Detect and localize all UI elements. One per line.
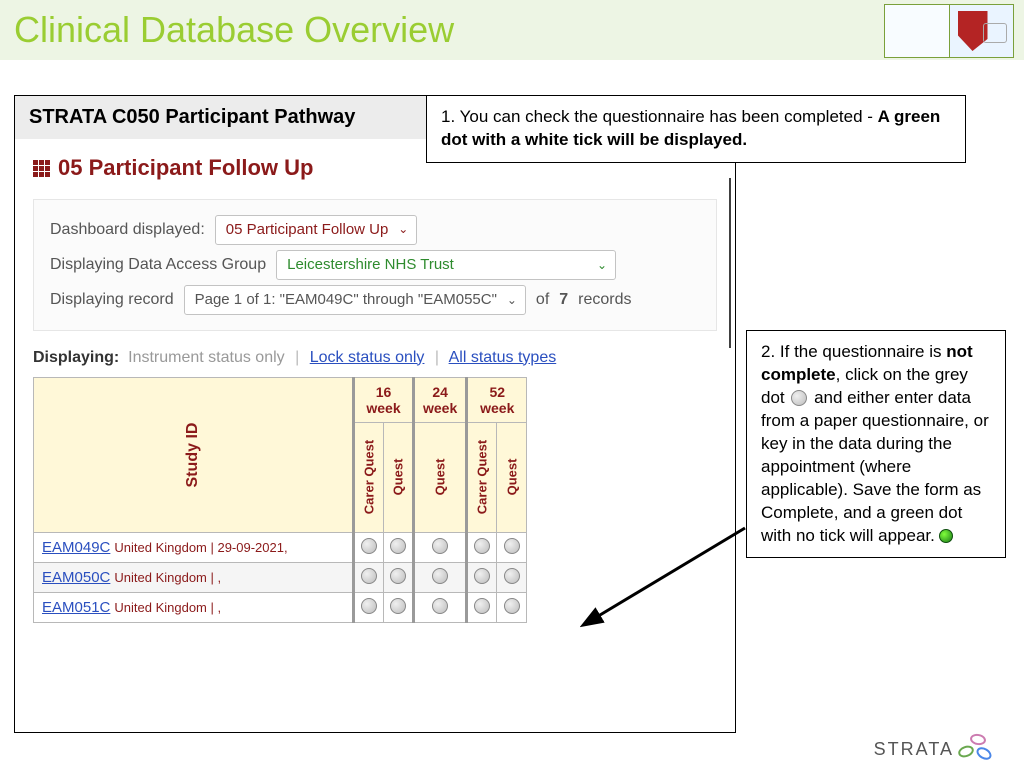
slide-header: Clinical Database Overview — [0, 0, 1024, 60]
section-heading-text: 05 Participant Follow Up — [58, 155, 313, 181]
status-dot[interactable] — [474, 598, 490, 614]
chevron-down-icon: ⌄ — [507, 287, 517, 313]
status-dot[interactable] — [474, 568, 490, 584]
record-link[interactable]: EAM050C — [42, 569, 110, 586]
record-label: Displaying record — [50, 282, 174, 317]
status-dot[interactable] — [361, 598, 377, 614]
connector-line-1 — [720, 178, 740, 348]
logo-ovals-icon — [958, 734, 994, 764]
slide-title: Clinical Database Overview — [14, 9, 454, 51]
status-dot[interactable] — [390, 538, 406, 554]
status-filter-row: Displaying: Instrument status only | Loc… — [15, 345, 735, 377]
status-all-types-link[interactable]: All status types — [449, 349, 557, 366]
status-dot[interactable] — [390, 568, 406, 584]
group-24-week: 24 week — [414, 377, 467, 422]
status-dot[interactable] — [432, 568, 448, 584]
grid-icon — [33, 160, 50, 177]
filter-panel: Dashboard displayed: 05 Participant Foll… — [33, 199, 717, 331]
data-table-container: Study ID 16 week 24 week 52 week Carer Q… — [33, 377, 717, 623]
record-page-select[interactable]: Page 1 of 1: "EAM049C" through "EAM055C"… — [184, 285, 526, 315]
dag-select[interactable]: Leicestershire NHS Trust ⌄ — [276, 250, 616, 280]
status-dot[interactable] — [361, 568, 377, 584]
status-dot[interactable] — [504, 568, 520, 584]
status-dot[interactable] — [432, 538, 448, 554]
header-maps — [884, 4, 1014, 58]
record-link[interactable]: EAM049C — [42, 539, 110, 556]
col-study-id: Study ID — [34, 377, 354, 532]
record-records: records — [578, 282, 631, 317]
table-row: EAM049CUnited Kingdom | 29-09-2021, — [34, 532, 527, 562]
status-dot[interactable] — [504, 598, 520, 614]
data-table: Study ID 16 week 24 week 52 week Carer Q… — [33, 377, 527, 623]
table-row: EAM051CUnited Kingdom | , — [34, 592, 527, 622]
chevron-down-icon: ⌄ — [398, 216, 408, 242]
status-instrument-only: Instrument status only — [128, 349, 285, 366]
group-52-week: 52 week — [467, 377, 527, 422]
status-dot[interactable] — [504, 538, 520, 554]
callout-1: 1. You can check the questionnaire has b… — [426, 95, 966, 163]
app-panel: STRATA C050 Participant Pathway 05 Parti… — [14, 95, 736, 733]
dashboard-select[interactable]: 05 Participant Follow Up ⌄ — [215, 215, 418, 245]
status-dot[interactable] — [474, 538, 490, 554]
status-dot[interactable] — [390, 598, 406, 614]
table-row: EAM050CUnited Kingdom | , — [34, 562, 527, 592]
status-dot[interactable] — [361, 538, 377, 554]
record-link[interactable]: EAM051C — [42, 599, 110, 616]
group-16-week: 16 week — [354, 377, 414, 422]
record-count: 7 — [559, 282, 568, 317]
green-dot-icon — [939, 529, 953, 543]
grey-dot-icon — [791, 390, 807, 406]
status-dot[interactable] — [432, 598, 448, 614]
dashboard-label: Dashboard displayed: — [50, 212, 205, 247]
callout-2: 2. If the questionnaire is not complete,… — [746, 330, 1006, 558]
footer-brand: STRATA — [874, 734, 994, 764]
displaying-label: Displaying: — [33, 349, 119, 366]
record-of: of — [536, 282, 549, 317]
status-lock-only-link[interactable]: Lock status only — [310, 349, 425, 366]
chevron-down-icon: ⌄ — [597, 252, 607, 278]
dag-label: Displaying Data Access Group — [50, 247, 266, 282]
